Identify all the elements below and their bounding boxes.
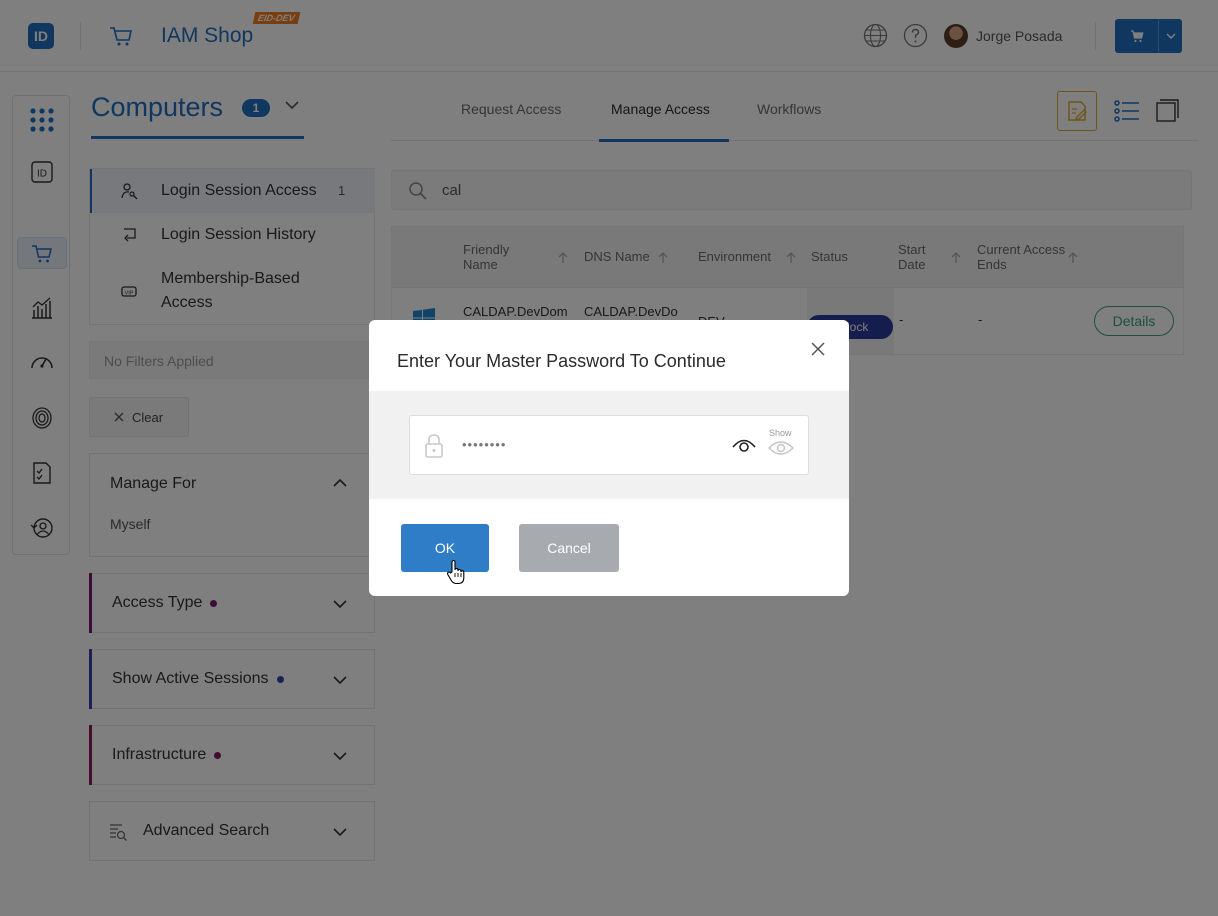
- eye-icon[interactable]: [732, 436, 756, 454]
- master-password-field[interactable]: •••••••• Show: [409, 415, 809, 475]
- hand-cursor-icon: [446, 559, 465, 585]
- lock-icon: [425, 434, 443, 458]
- cancel-button[interactable]: Cancel: [519, 524, 619, 572]
- close-icon[interactable]: [809, 340, 827, 358]
- dialog-body: •••••••• Show: [369, 391, 849, 499]
- dialog-title: Enter Your Master Password To Continue: [397, 351, 726, 371]
- password-value: ••••••••: [462, 437, 507, 452]
- eye-icon[interactable]: [768, 440, 794, 456]
- ok-button[interactable]: OK: [401, 524, 489, 572]
- show-password-label[interactable]: Show: [769, 428, 792, 438]
- master-password-dialog: Enter Your Master Password To Continue •…: [369, 320, 849, 596]
